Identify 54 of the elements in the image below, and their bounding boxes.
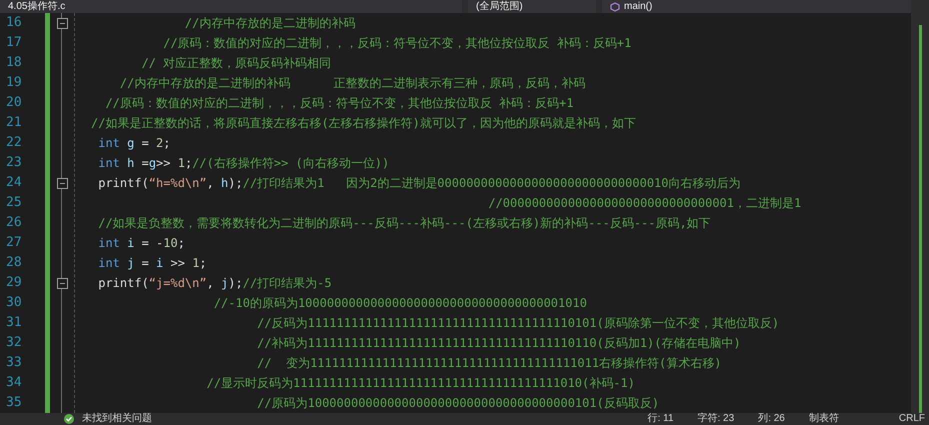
collapse-icon[interactable] [56,278,68,288]
line-number: 26 [5,214,23,232]
line-number: 30 [5,294,23,312]
code-line: //如果是负整数，需要将数转化为二进制的原码---反码---补码---(左移或右移)新的补码---反码---原码,如下 [97,215,711,232]
code-line: //如果是正整数的话，将原码直接左移右移(左移右移操作符)就可以了，因为他的原码就是补码，如下 [91,115,636,132]
line-number: 35 [5,394,23,412]
line-number: 17 [5,34,23,52]
line-number: 34 [5,374,23,392]
navigation-dropdown[interactable]: (全局范围) [468,0,596,13]
code-line: printf(“j=%d\n”, j);//打印结果为-5 [97,275,332,292]
code-line: //反码为1111111111111111111111111111111111110101(原码除第一位不变，其他位取反) [256,315,780,332]
code-line: //内存中存放的是二进制的补码 正整数的二进制表示有三种，原码，反码，补码 [118,75,586,92]
char-status: 字符: 23 [698,413,734,425]
line-number: 20 [5,94,23,112]
code-line: //00000000000000000000000000000001，二进制是1 [487,195,802,212]
code-line: // 变为1111111111111111111111111111111111111011右移操作符(算术右移) [256,355,722,372]
collapse-icon[interactable] [56,18,68,28]
check-icon [64,414,74,424]
line-number: 27 [5,234,23,252]
line-number: 21 [5,114,23,132]
line-number: 31 [5,314,23,332]
column-status: 列: 26 [758,413,785,425]
indent-status[interactable]: 制表符 [808,413,839,425]
code-line: //内存中存放的是二进制的补码 [184,15,356,32]
code-line: int g = 2; [97,135,171,152]
cube-icon [610,2,620,12]
line-number: 18 [5,54,23,72]
code-line: //原码：数值的对应的二进制，，，反码：符号位不变，其他位按位取反 补码：反码+1 [162,35,632,52]
line-number: 22 [5,134,23,152]
code-line: //原码为1000000000000000000000000000000000000101(反码取反) [256,395,660,412]
navigation-dropdown[interactable]: 4.05操作符.c [0,0,462,13]
line-status: 行: 11 [648,413,674,425]
code-line: int i = -10; [97,235,185,252]
code-line: int j = i >> 1; [97,255,207,272]
code-line: //补码为1111111111111111111111111111111111110110(反码加1)(存储在电脑中) [256,335,741,352]
code-line: //原码：数值的对应的二进制，，，反码：符号位不变，其他位按位取反 补码：反码+1 [104,95,574,112]
code-line: // 对应正整数，原码反码补码相同 [140,55,332,72]
issues-status[interactable]: 未找到相关问题 [82,413,152,425]
code-line: int h =g>> 1;//(右移操作符>> (向右移动一位)) [97,155,390,172]
collapse-icon[interactable] [56,178,68,188]
line-number: 29 [5,274,23,292]
line-number: 19 [5,74,23,92]
code-line: //显示时反码为1111111111111111111111111111111111111010(补码-1) [206,375,635,392]
line-number: 24 [5,174,23,192]
line-number: 33 [5,354,23,372]
navigation-dropdown[interactable]: main() [602,0,911,13]
code-line: printf(“h=%d\n”, h);//打印结果为1 因为2的二进制是00000000000000000000000000000010向右移动后为 [97,175,740,192]
line-number: 23 [5,154,23,172]
code-line: //-10的原码为1000000000000000000000000000000000001010 [212,295,587,312]
line-number: 32 [5,334,23,352]
line-number: 25 [5,194,23,212]
line-ending-status[interactable]: CRLF [898,413,925,425]
line-number: 16 [5,14,23,32]
line-number: 28 [5,254,23,272]
